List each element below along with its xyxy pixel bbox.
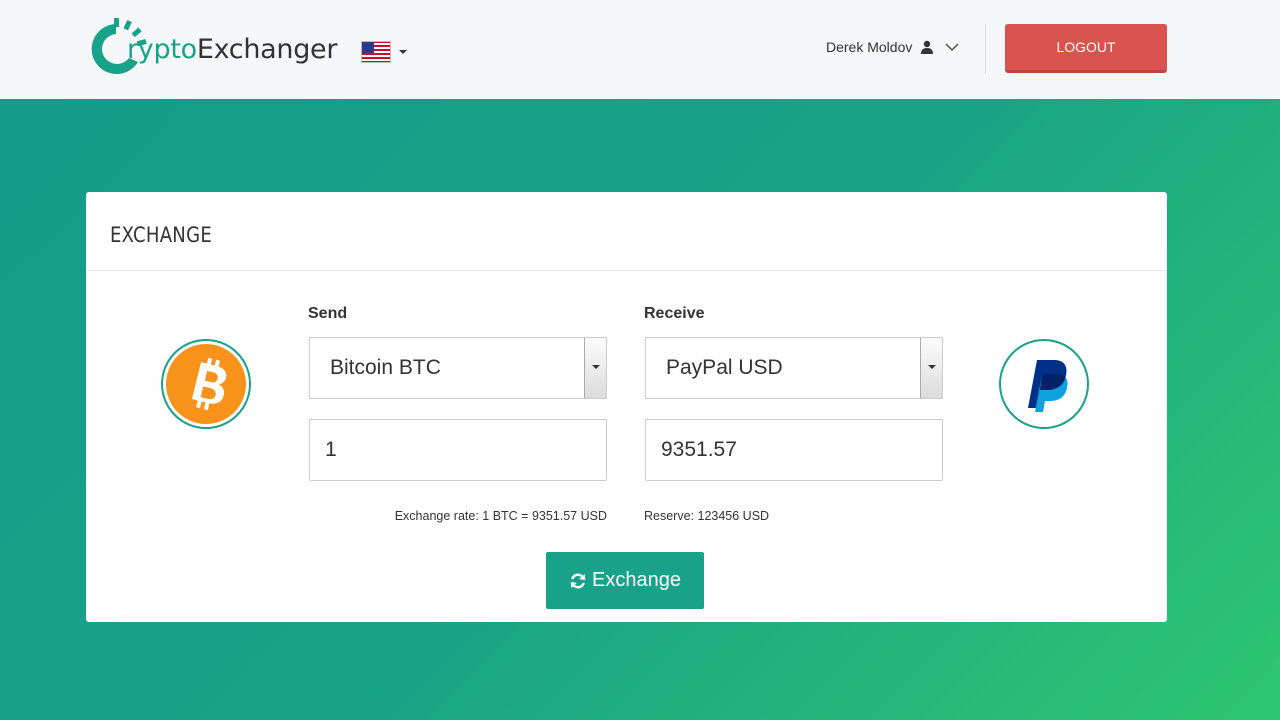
exchange-button[interactable]: Exchange	[546, 552, 704, 609]
header-divider	[985, 24, 986, 74]
logout-button[interactable]: LOGOUT	[1005, 24, 1167, 73]
card-title: EXCHANGE	[110, 223, 213, 247]
receive-label: Receive	[644, 305, 705, 322]
reserve-text: Reserve: 123456 USD	[644, 509, 770, 523]
send-currency-select[interactable]: Bitcoin BTC	[309, 337, 607, 399]
send-amount-input[interactable]	[309, 419, 607, 481]
card-divider	[86, 270, 1167, 271]
bitcoin-icon	[166, 344, 246, 424]
receive-currency-value: PayPal USD	[666, 356, 783, 379]
user-name: Derek Moldov	[826, 39, 913, 55]
us-flag-icon	[361, 41, 391, 63]
send-currency-logo	[161, 339, 251, 429]
exchange-button-label: Exchange	[592, 569, 681, 591]
receive-amount-input[interactable]	[645, 419, 943, 481]
logo-wordmark: ryptoExchanger	[127, 33, 338, 65]
logo[interactable]: ryptoExchanger	[85, 17, 337, 81]
exchange-card: EXCHANGE Send Receive Bitcoin BTC PayPal…	[86, 192, 1167, 622]
send-currency-value: Bitcoin BTC	[330, 356, 441, 379]
send-label: Send	[308, 305, 348, 322]
user-icon	[921, 40, 934, 54]
caret-down-icon	[399, 50, 407, 54]
receive-currency-logo	[999, 339, 1089, 429]
chevron-down-icon	[945, 43, 959, 52]
paypal-icon	[1028, 360, 1068, 412]
language-selector[interactable]	[361, 41, 407, 63]
dropdown-arrow-icon[interactable]	[584, 338, 606, 398]
user-menu[interactable]: Derek Moldov	[826, 36, 959, 58]
top-header: ryptoExchanger Derek Moldov LOGOUT	[0, 0, 1280, 99]
dropdown-arrow-icon[interactable]	[920, 338, 942, 398]
receive-currency-select[interactable]: PayPal USD	[645, 337, 943, 399]
refresh-icon	[570, 573, 586, 588]
exchange-rate-text: Exchange rate: 1 BTC = 9351.57 USD	[394, 509, 607, 523]
